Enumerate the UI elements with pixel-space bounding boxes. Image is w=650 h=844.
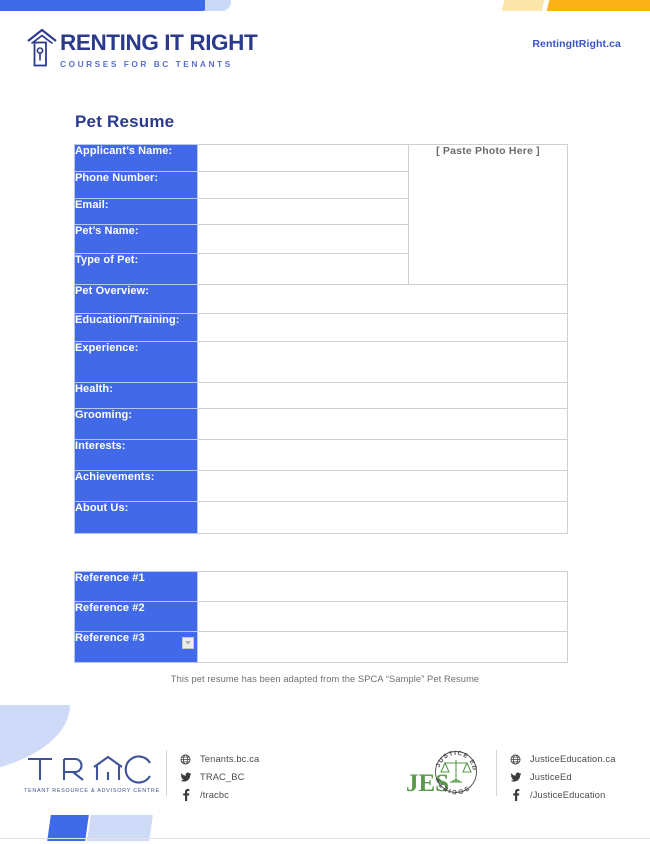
reference-label-text: Reference #3 bbox=[75, 632, 145, 644]
field-value[interactable] bbox=[197, 171, 409, 199]
house-door-icon bbox=[27, 28, 57, 67]
reference-label: Reference #1 bbox=[74, 571, 198, 602]
table-row: Interests: bbox=[74, 439, 568, 471]
field-value[interactable] bbox=[197, 470, 568, 502]
table-resize-handle-icon[interactable] bbox=[182, 637, 194, 649]
field-value[interactable] bbox=[197, 501, 568, 534]
link-row[interactable]: TRAC_BC bbox=[179, 769, 259, 785]
field-label: Education/Training: bbox=[74, 313, 198, 342]
header-decoration-yellow bbox=[546, 0, 650, 11]
link-label: Tenants.bc.ca bbox=[200, 754, 260, 764]
pet-resume-table: Applicant’s Name: [ Paste Photo Here ] P… bbox=[74, 144, 568, 534]
facebook-icon bbox=[509, 789, 522, 801]
table-row: Reference #1 bbox=[74, 571, 568, 602]
field-label: Pet Overview: bbox=[74, 284, 198, 314]
footer-divider-left bbox=[166, 750, 167, 796]
footer-divider-right bbox=[496, 750, 497, 796]
field-label: Email: bbox=[74, 198, 198, 225]
link-row[interactable]: JusticeEd bbox=[509, 769, 616, 785]
trac-links: Tenants.bc.ca TRAC_BC /tracbc bbox=[179, 751, 259, 805]
header-decoration-blue-cap bbox=[205, 0, 231, 11]
twitter-icon bbox=[179, 772, 192, 783]
reference-value[interactable] bbox=[197, 601, 568, 632]
references-table: Reference #1 Reference #2 Reference #3 bbox=[74, 571, 568, 663]
field-value[interactable] bbox=[197, 439, 568, 471]
trac-tagline: TENANT RESOURCE & ADVISORY CENTRE bbox=[24, 788, 160, 794]
field-label: Type of Pet: bbox=[74, 253, 198, 285]
field-label: Phone Number: bbox=[74, 171, 198, 199]
field-label: Grooming: bbox=[74, 408, 198, 440]
photo-placeholder-cell[interactable]: [ Paste Photo Here ] bbox=[408, 144, 568, 285]
field-value[interactable] bbox=[197, 224, 409, 254]
link-label: JusticeEd bbox=[530, 772, 572, 782]
link-row[interactable]: Tenants.bc.ca bbox=[179, 751, 259, 767]
field-label: Health: bbox=[74, 382, 198, 409]
field-label: About Us: bbox=[74, 501, 198, 534]
link-row[interactable]: /JusticeEducation bbox=[509, 787, 616, 803]
table-row: Health: bbox=[74, 382, 568, 409]
jes-logo: JES JUSTICE EDUCATION SOCIETY bbox=[406, 749, 477, 797]
link-row[interactable]: /tracbc bbox=[179, 787, 259, 803]
table-row: Reference #3 bbox=[74, 631, 568, 663]
trac-wordmark-icon bbox=[28, 755, 151, 784]
reference-label: Reference #2 bbox=[74, 601, 198, 632]
table-row: Applicant’s Name: [ Paste Photo Here ] bbox=[74, 144, 568, 285]
page-title: Pet Resume bbox=[75, 112, 175, 131]
field-value[interactable] bbox=[197, 144, 409, 172]
reference-label: Reference #3 bbox=[74, 631, 198, 663]
link-row[interactable]: JusticeEducation.ca bbox=[509, 751, 616, 767]
field-value[interactable] bbox=[197, 284, 568, 314]
brand-title: RENTING IT RIGHT bbox=[60, 30, 258, 55]
header-decoration-yellow-light bbox=[501, 0, 545, 11]
reference-value[interactable] bbox=[197, 571, 568, 602]
trac-logo: TENANT RESOURCE & ADVISORY CENTRE bbox=[24, 752, 160, 794]
header-decoration-blue-bar bbox=[0, 0, 210, 11]
twitter-icon bbox=[509, 772, 522, 783]
footnote: This pet resume has been adapted from th… bbox=[170, 674, 480, 684]
globe-icon bbox=[509, 754, 522, 765]
page-header: RENTING IT RIGHT COURSES FOR BC TENANTS … bbox=[0, 18, 650, 78]
field-value[interactable] bbox=[197, 198, 409, 225]
field-label: Pet’s Name: bbox=[74, 224, 198, 254]
link-label: /tracbc bbox=[200, 790, 229, 800]
footer-separator bbox=[0, 838, 650, 839]
field-label: Achievements: bbox=[74, 470, 198, 502]
renting-it-right-logo: RENTING IT RIGHT COURSES FOR BC TENANTS bbox=[25, 26, 258, 69]
table-row: Grooming: bbox=[74, 408, 568, 440]
site-link[interactable]: RentingItRight.ca bbox=[532, 38, 621, 50]
facebook-icon bbox=[179, 789, 192, 801]
field-label: Applicant’s Name: bbox=[74, 144, 198, 172]
table-row: Achievements: bbox=[74, 470, 568, 502]
table-row: Pet Overview: bbox=[74, 284, 568, 314]
field-label: Interests: bbox=[74, 439, 198, 471]
table-row: Experience: bbox=[74, 341, 568, 383]
field-value[interactable] bbox=[197, 382, 568, 409]
field-value[interactable] bbox=[197, 253, 409, 285]
table-row: Education/Training: bbox=[74, 313, 568, 342]
brand-text: RENTING IT RIGHT COURSES FOR BC TENANTS bbox=[60, 30, 258, 69]
table-row: About Us: bbox=[74, 501, 568, 534]
field-value[interactable] bbox=[197, 408, 568, 440]
field-label: Experience: bbox=[74, 341, 198, 383]
field-value[interactable] bbox=[197, 341, 568, 383]
link-label: JusticeEducation.ca bbox=[530, 754, 616, 764]
link-label: TRAC_BC bbox=[200, 772, 245, 782]
reference-value[interactable] bbox=[197, 631, 568, 663]
link-label: /JusticeEducation bbox=[530, 790, 606, 800]
document-page: RENTING IT RIGHT COURSES FOR BC TENANTS … bbox=[0, 0, 650, 844]
globe-icon bbox=[179, 754, 192, 765]
field-value[interactable] bbox=[197, 313, 568, 342]
table-row: Reference #2 bbox=[74, 601, 568, 632]
jes-links: JusticeEducation.ca JusticeEd /JusticeEd… bbox=[509, 751, 616, 805]
brand-subtitle: COURSES FOR BC TENANTS bbox=[60, 58, 233, 69]
